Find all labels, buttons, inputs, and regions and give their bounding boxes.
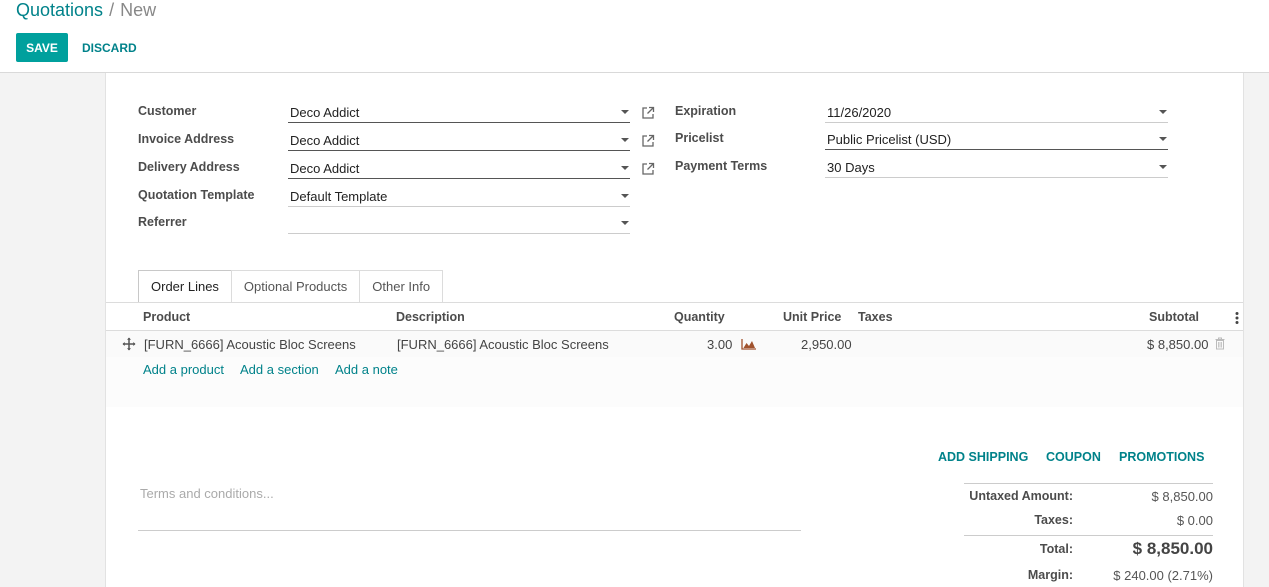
margin-value: $ 240.00 (2.71%) — [1113, 568, 1213, 583]
coupon-button[interactable]: COUPON — [1046, 450, 1101, 464]
expiration-field[interactable]: 11/26/2020 — [825, 101, 1168, 123]
tab-other-info[interactable]: Other Info — [359, 270, 444, 302]
breadcrumb-current: New — [120, 0, 157, 20]
row-quantity[interactable]: 3.00 — [707, 337, 732, 352]
external-link-icon[interactable] — [641, 162, 655, 176]
quotation-template-value: Default Template — [290, 189, 388, 204]
row-product[interactable]: [FURN_6666] Acoustic Bloc Screens — [144, 337, 356, 352]
breadcrumb-separator: / — [109, 0, 115, 20]
invoice-address-value: Deco Addict — [290, 133, 360, 148]
untaxed-amount-label: Untaxed Amount: — [969, 489, 1073, 503]
form-sheet: Customer Deco Addict Invoice Address Dec… — [105, 73, 1244, 587]
delivery-address-value: Deco Addict — [290, 161, 360, 176]
pricelist-field[interactable]: Public Pricelist (USD) — [825, 128, 1168, 150]
payment-terms-field[interactable]: 30 Days — [825, 156, 1168, 178]
column-header-unit-price[interactable]: Unit Price — [783, 310, 841, 324]
untaxed-amount-value: $ 8,850.00 — [1151, 489, 1213, 504]
row-subtotal: $ 8,850.00 — [1147, 337, 1209, 352]
chevron-down-icon[interactable] — [1159, 165, 1167, 169]
totals-divider — [964, 535, 1213, 536]
external-link-icon[interactable] — [641, 106, 655, 120]
payment-terms-label: Payment Terms — [675, 159, 768, 173]
add-note-link[interactable]: Add a note — [335, 362, 398, 377]
add-line-row: Add a product Add a section Add a note — [106, 357, 1243, 407]
discard-button[interactable]: DISCARD — [78, 33, 141, 62]
payment-terms-value: 30 Days — [827, 160, 875, 175]
taxes-label: Taxes: — [1034, 513, 1073, 527]
total-value: $ 8,850.00 — [1132, 539, 1213, 558]
forecast-chart-icon[interactable] — [741, 338, 757, 350]
external-link-icon[interactable] — [641, 134, 655, 148]
notebook-tabs: Order Lines Optional Products Other Info — [138, 270, 444, 302]
order-lines-header: Product Description Quantity Unit Price … — [106, 303, 1243, 331]
chevron-down-icon[interactable] — [621, 138, 629, 142]
column-header-description[interactable]: Description — [396, 310, 465, 324]
customer-label: Customer — [138, 104, 197, 118]
drag-handle-icon[interactable] — [122, 337, 136, 351]
pricelist-value: Public Pricelist (USD) — [827, 132, 952, 147]
chevron-down-icon[interactable] — [621, 110, 629, 114]
column-header-quantity[interactable]: Quantity — [674, 310, 725, 324]
row-description[interactable]: [FURN_6666] Acoustic Bloc Screens — [397, 337, 609, 352]
chevron-down-icon[interactable] — [1159, 137, 1167, 141]
pricelist-label: Pricelist — [675, 131, 724, 145]
promotions-button[interactable]: PROMOTIONS — [1119, 450, 1204, 464]
delivery-address-field[interactable]: Deco Addict — [288, 157, 630, 179]
expiration-value: 11/26/2020 — [827, 105, 892, 120]
breadcrumb-quotations-link[interactable]: Quotations — [16, 0, 103, 20]
invoice-address-field[interactable]: Deco Addict — [288, 129, 630, 151]
save-button[interactable]: SAVE — [16, 33, 68, 62]
control-panel: Quotations / New SAVE DISCARD — [0, 0, 1269, 73]
quotation-template-label: Quotation Template — [138, 188, 255, 202]
add-section-link[interactable]: Add a section — [240, 362, 319, 377]
breadcrumb: Quotations / New — [16, 0, 156, 22]
chevron-down-icon[interactable] — [621, 194, 629, 198]
column-header-taxes[interactable]: Taxes — [858, 310, 893, 324]
delivery-address-label: Delivery Address — [138, 160, 240, 174]
terms-and-conditions-field[interactable]: Terms and conditions... — [138, 483, 801, 531]
total-label: Total: — [1039, 542, 1073, 556]
column-header-subtotal[interactable]: Subtotal — [1149, 310, 1199, 324]
column-header-product[interactable]: Product — [143, 310, 190, 324]
tab-order-lines[interactable]: Order Lines — [138, 270, 232, 302]
referrer-field[interactable] — [288, 212, 630, 234]
add-shipping-button[interactable]: ADD SHIPPING — [938, 450, 1028, 464]
tab-optional-products[interactable]: Optional Products — [230, 270, 361, 302]
expiration-label: Expiration — [675, 104, 737, 118]
chevron-down-icon[interactable] — [621, 221, 629, 225]
trash-icon[interactable] — [1215, 337, 1225, 350]
invoice-address-label: Invoice Address — [138, 132, 235, 146]
table-row[interactable]: [FURN_6666] Acoustic Bloc Screens [FURN_… — [106, 331, 1243, 357]
optional-columns-icon[interactable] — [1235, 311, 1239, 325]
add-product-link[interactable]: Add a product — [143, 362, 224, 377]
taxes-value: $ 0.00 — [1176, 513, 1213, 528]
terms-placeholder: Terms and conditions... — [140, 486, 274, 501]
quotation-template-field[interactable]: Default Template — [288, 185, 630, 207]
customer-field[interactable]: Deco Addict — [288, 101, 630, 123]
referrer-label: Referrer — [138, 215, 187, 229]
margin-label: Margin: — [1027, 568, 1073, 582]
totals-top-divider — [964, 483, 1213, 484]
customer-value: Deco Addict — [290, 105, 360, 120]
row-unit-price[interactable]: 2,950.00 — [801, 337, 852, 352]
chevron-down-icon[interactable] — [1159, 110, 1167, 114]
chevron-down-icon[interactable] — [621, 166, 629, 170]
